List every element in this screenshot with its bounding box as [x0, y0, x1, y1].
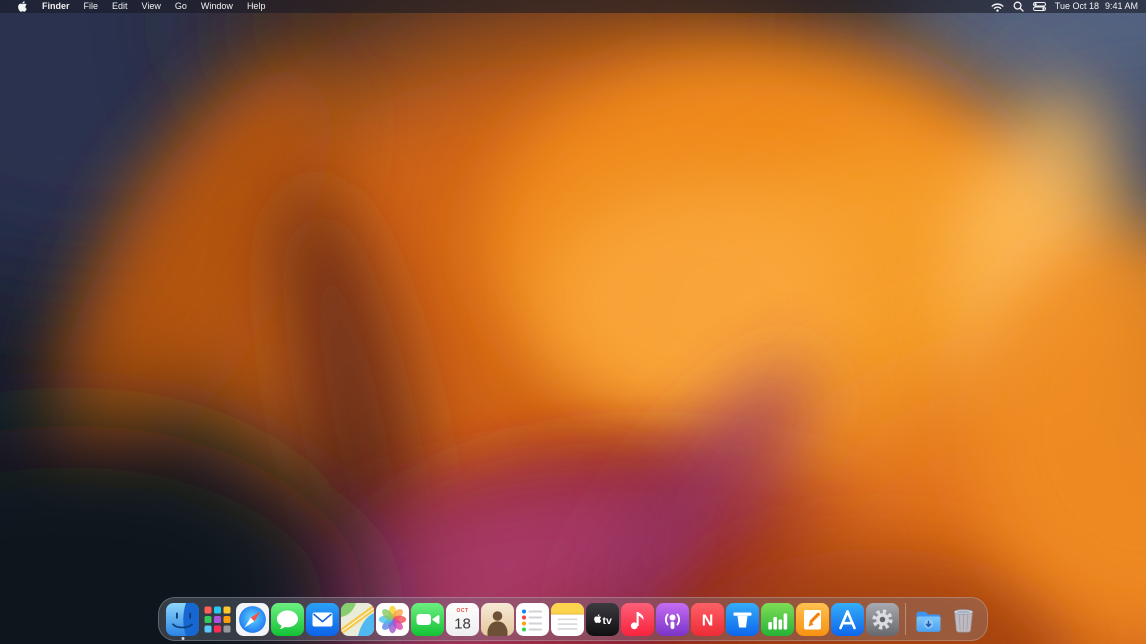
finder-icon: [166, 603, 199, 636]
launchpad-icon: [201, 603, 234, 636]
photos-icon: [376, 603, 409, 636]
apple-icon: [18, 1, 27, 12]
clock-date: Tue Oct 18: [1055, 0, 1099, 13]
desktop[interactable]: Finder File Edit View Go Window Help: [0, 0, 1146, 644]
dock-item-calendar[interactable]: OCT 18: [446, 603, 479, 636]
clock-time: 9:41 AM: [1105, 0, 1138, 13]
menu-bar: Finder File Edit View Go Window Help: [0, 0, 1146, 13]
search-icon[interactable]: [1013, 1, 1024, 12]
keynote-icon: [726, 603, 759, 636]
dock-item-keynote[interactable]: [726, 603, 759, 636]
dock-item-reminders[interactable]: [516, 603, 549, 636]
system-settings-icon: [866, 603, 899, 636]
menu-bar-clock[interactable]: Tue Oct 18 9:41 AM: [1055, 0, 1138, 13]
dock-item-finder[interactable]: [166, 603, 199, 636]
dock-item-system-settings[interactable]: [866, 603, 899, 636]
dock-item-app-store[interactable]: [831, 603, 864, 636]
dock-item-notes[interactable]: [551, 603, 584, 636]
menu-finder[interactable]: Finder: [35, 0, 77, 13]
contacts-icon: [481, 603, 514, 636]
trash-icon: [947, 603, 980, 636]
dock-item-numbers[interactable]: [761, 603, 794, 636]
dock-item-trash[interactable]: [947, 603, 980, 636]
dock-item-podcasts[interactable]: [656, 603, 689, 636]
menu-file[interactable]: File: [77, 0, 106, 13]
facetime-icon: [411, 603, 444, 636]
dock-item-launchpad[interactable]: [201, 603, 234, 636]
wifi-icon[interactable]: [991, 2, 1004, 12]
menu-edit[interactable]: Edit: [105, 0, 135, 13]
dock-item-maps[interactable]: [341, 603, 374, 636]
safari-icon: [236, 603, 269, 636]
dock-divider: [905, 603, 906, 635]
control-center-icon[interactable]: [1033, 2, 1046, 11]
maps-icon: [341, 603, 374, 636]
music-icon: [621, 603, 654, 636]
tv-icon: tv: [586, 603, 619, 636]
finder-running-indicator: [181, 637, 184, 640]
downloads-folder-icon: [912, 603, 945, 636]
dock-item-contacts[interactable]: [481, 603, 514, 636]
notes-icon: [551, 603, 584, 636]
reminders-icon: [516, 603, 549, 636]
calendar-icon: OCT 18: [446, 603, 479, 636]
news-glyph: N: [702, 612, 714, 629]
dock: OCT 18: [158, 597, 988, 641]
dock-item-music[interactable]: [621, 603, 654, 636]
menu-go[interactable]: Go: [168, 0, 194, 13]
menu-window[interactable]: Window: [194, 0, 240, 13]
tv-glyph: tv: [603, 614, 612, 626]
podcasts-icon: [656, 603, 689, 636]
dock-item-photos[interactable]: [376, 603, 409, 636]
calendar-day: 18: [454, 615, 471, 632]
dock-item-tv[interactable]: tv: [586, 603, 619, 636]
wallpaper: [0, 0, 1146, 644]
messages-icon: [271, 603, 304, 636]
dock-item-news[interactable]: N: [691, 603, 724, 636]
menu-view[interactable]: View: [135, 0, 168, 13]
apple-menu[interactable]: [12, 1, 35, 12]
pages-icon: [796, 603, 829, 636]
numbers-icon: [761, 603, 794, 636]
mail-icon: [306, 603, 339, 636]
dock-item-mail[interactable]: [306, 603, 339, 636]
menu-help[interactable]: Help: [240, 0, 273, 13]
dock-item-downloads[interactable]: [912, 603, 945, 636]
dock-item-pages[interactable]: [796, 603, 829, 636]
calendar-month: OCT: [456, 608, 468, 614]
dock-item-facetime[interactable]: [411, 603, 444, 636]
dock-item-messages[interactable]: [271, 603, 304, 636]
dock-item-safari[interactable]: [236, 603, 269, 636]
app-store-icon: [831, 603, 864, 636]
news-icon: N: [691, 603, 724, 636]
